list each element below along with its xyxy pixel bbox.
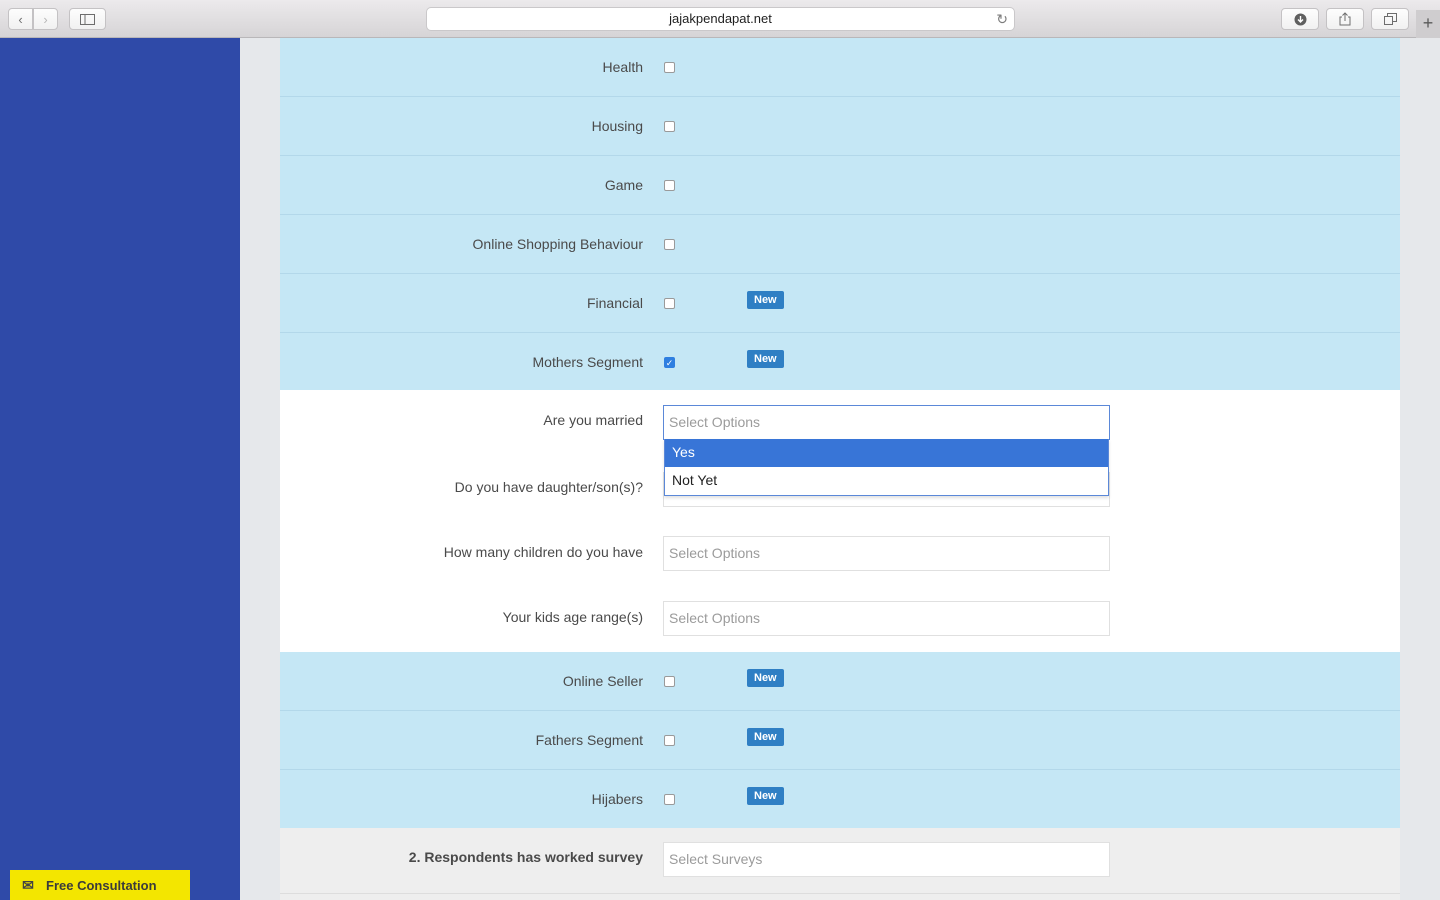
category-checkbox[interactable] [664, 298, 675, 309]
category-label: Mothers Segment [532, 354, 644, 370]
category-label: Health [602, 59, 643, 75]
free-consultation-button[interactable]: ✉ Free Consultation [10, 870, 190, 900]
category-checkbox[interactable] [664, 121, 675, 132]
downloads-button[interactable] [1281, 8, 1319, 30]
category-label: Online Seller [562, 673, 643, 689]
sidebar-toggle-button[interactable] [69, 8, 106, 30]
category-row: Game [280, 156, 1400, 215]
left-sidebar [0, 38, 240, 900]
share-button[interactable] [1326, 8, 1364, 30]
category-label: Financial [586, 295, 643, 311]
back-button[interactable]: ‹ [8, 8, 33, 30]
new-tab-button[interactable]: + [1416, 10, 1440, 38]
married-dropdown-menu: Yes Not Yet [664, 439, 1109, 496]
mail-icon: ✉ [22, 876, 34, 893]
kids-age-label: Your kids age range(s) [502, 609, 643, 625]
category-checkbox[interactable] [664, 239, 675, 250]
plus-icon: + [1422, 13, 1434, 33]
married-question-label: Are you married [543, 412, 643, 428]
category-checkbox[interactable] [664, 180, 675, 191]
category-checkbox[interactable] [664, 794, 675, 805]
category-row: Housing [280, 97, 1400, 156]
reload-icon[interactable]: ↻ [996, 8, 1008, 30]
category-row: Mothers Segment ✓ New [280, 333, 1400, 390]
children-question-label: Do you have daughter/son(s)? [454, 479, 643, 495]
category-row: Fathers Segment New [280, 711, 1400, 770]
address-bar[interactable]: jajakpendapat.net ↻ [426, 7, 1015, 31]
category-checkbox-checked[interactable]: ✓ [664, 357, 675, 368]
category-label: Game [604, 177, 643, 193]
new-badge: New [747, 669, 784, 687]
category-row: Online Seller New [280, 652, 1400, 711]
category-label: Housing [591, 118, 643, 134]
forward-button[interactable]: › [33, 8, 58, 30]
kids-age-select[interactable]: Select Options [663, 601, 1110, 636]
children-count-select[interactable]: Select Options [663, 536, 1110, 571]
category-checkbox[interactable] [664, 735, 675, 746]
tabs-icon [1383, 13, 1397, 25]
free-consultation-label: Free Consultation [46, 877, 157, 893]
share-icon [1339, 12, 1351, 26]
url-text: jajakpendapat.net [669, 11, 772, 26]
chevron-left-icon: ‹ [18, 11, 23, 27]
dropdown-option-yes[interactable]: Yes [665, 439, 1108, 467]
mothers-segment-questions: Are you married Select Options Do you ha… [280, 390, 1400, 652]
category-row: Financial New [280, 274, 1400, 333]
category-checkbox[interactable] [664, 676, 675, 687]
children-count-label: How many children do you have [443, 544, 643, 560]
new-badge: New [747, 291, 784, 309]
category-label: Fathers Segment [535, 732, 643, 748]
worked-survey-row: 2. Respondents has worked survey Select … [280, 828, 1400, 894]
show-tabs-button[interactable] [1371, 8, 1409, 30]
dropdown-option-not-yet[interactable]: Not Yet [665, 467, 1108, 495]
new-badge: New [747, 787, 784, 805]
worked-survey-label: 2. Respondents has worked survey [408, 849, 643, 865]
chevron-right-icon: › [43, 11, 48, 27]
category-row: Health [280, 38, 1400, 97]
married-select[interactable]: Select Options [663, 405, 1110, 440]
survey-form: Health Housing Game Online Shopping Beha… [280, 38, 1400, 900]
browser-toolbar: ‹ › jajakpendapat.net ↻ + [0, 0, 1440, 38]
download-icon [1294, 13, 1306, 25]
category-label: Online Shopping Behaviour [472, 236, 643, 252]
category-row: Hijabers New [280, 770, 1400, 828]
category-checkbox[interactable] [664, 62, 675, 73]
new-badge: New [747, 350, 784, 368]
surveys-select[interactable]: Select Surveys [663, 842, 1110, 877]
new-badge: New [747, 728, 784, 746]
category-row: Online Shopping Behaviour [280, 215, 1400, 274]
sidebar-icon [80, 13, 95, 25]
category-label: Hijabers [591, 791, 643, 807]
